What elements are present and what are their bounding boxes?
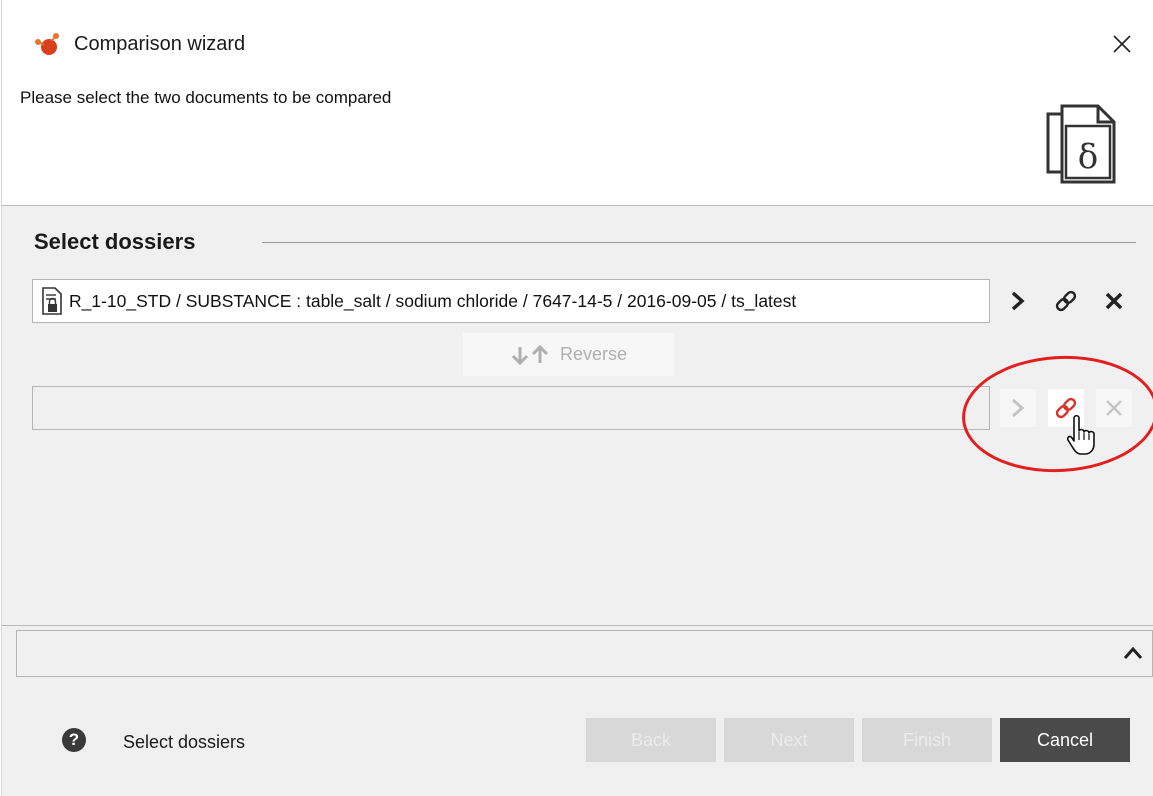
section-divider <box>262 242 1136 243</box>
section-title: Select dossiers <box>34 229 196 254</box>
app-molecule-icon <box>35 33 59 55</box>
svg-text:δ: δ <box>1078 137 1098 177</box>
second-document-field[interactable] <box>32 386 990 430</box>
help-icon[interactable]: ? <box>62 728 86 752</box>
title-bar: Comparison wizard <box>2 0 1153 88</box>
chevron-up-icon <box>1123 646 1143 659</box>
current-step-label: Select dossiers <box>123 732 246 752</box>
locked-document-icon <box>42 287 62 315</box>
chevron-right-icon <box>1011 291 1025 311</box>
swap-arrows-icon <box>510 344 550 365</box>
window-title: Comparison wizard <box>74 33 246 55</box>
wizard-header: Please select the two documents to be co… <box>2 80 1153 206</box>
first-document-text: R_1-10_STD / SUBSTANCE : table_salt / so… <box>69 290 797 311</box>
reverse-button[interactable]: Reverse <box>463 333 674 376</box>
close-icon <box>1105 292 1123 310</box>
window-close-button[interactable] <box>1106 28 1138 60</box>
instruction-text: Please select the two documents to be co… <box>20 88 392 107</box>
open-first-document-button[interactable] <box>1000 282 1036 320</box>
back-button[interactable]: Back <box>586 718 716 762</box>
link-first-document-button[interactable] <box>1048 282 1084 320</box>
cancel-button[interactable]: Cancel <box>1000 718 1130 762</box>
collapse-panel-button[interactable] <box>1120 639 1146 667</box>
close-icon <box>1113 35 1131 53</box>
first-document-field[interactable]: R_1-10_STD / SUBSTANCE : table_salt / so… <box>32 279 990 323</box>
finish-button[interactable]: Finish <box>862 718 992 762</box>
mouse-pointer-icon <box>1067 414 1095 455</box>
compare-documents-delta-icon: δ <box>1046 104 1116 184</box>
panel-divider <box>2 625 1153 626</box>
reverse-button-label: Reverse <box>559 344 628 364</box>
annotation-ellipse <box>959 350 1153 478</box>
comparison-wizard-window: Comparison wizard Please select the two … <box>2 0 1153 796</box>
details-panel <box>16 630 1153 677</box>
link-icon <box>1055 290 1077 312</box>
remove-first-document-button[interactable] <box>1096 282 1132 320</box>
next-button[interactable]: Next <box>724 718 854 762</box>
